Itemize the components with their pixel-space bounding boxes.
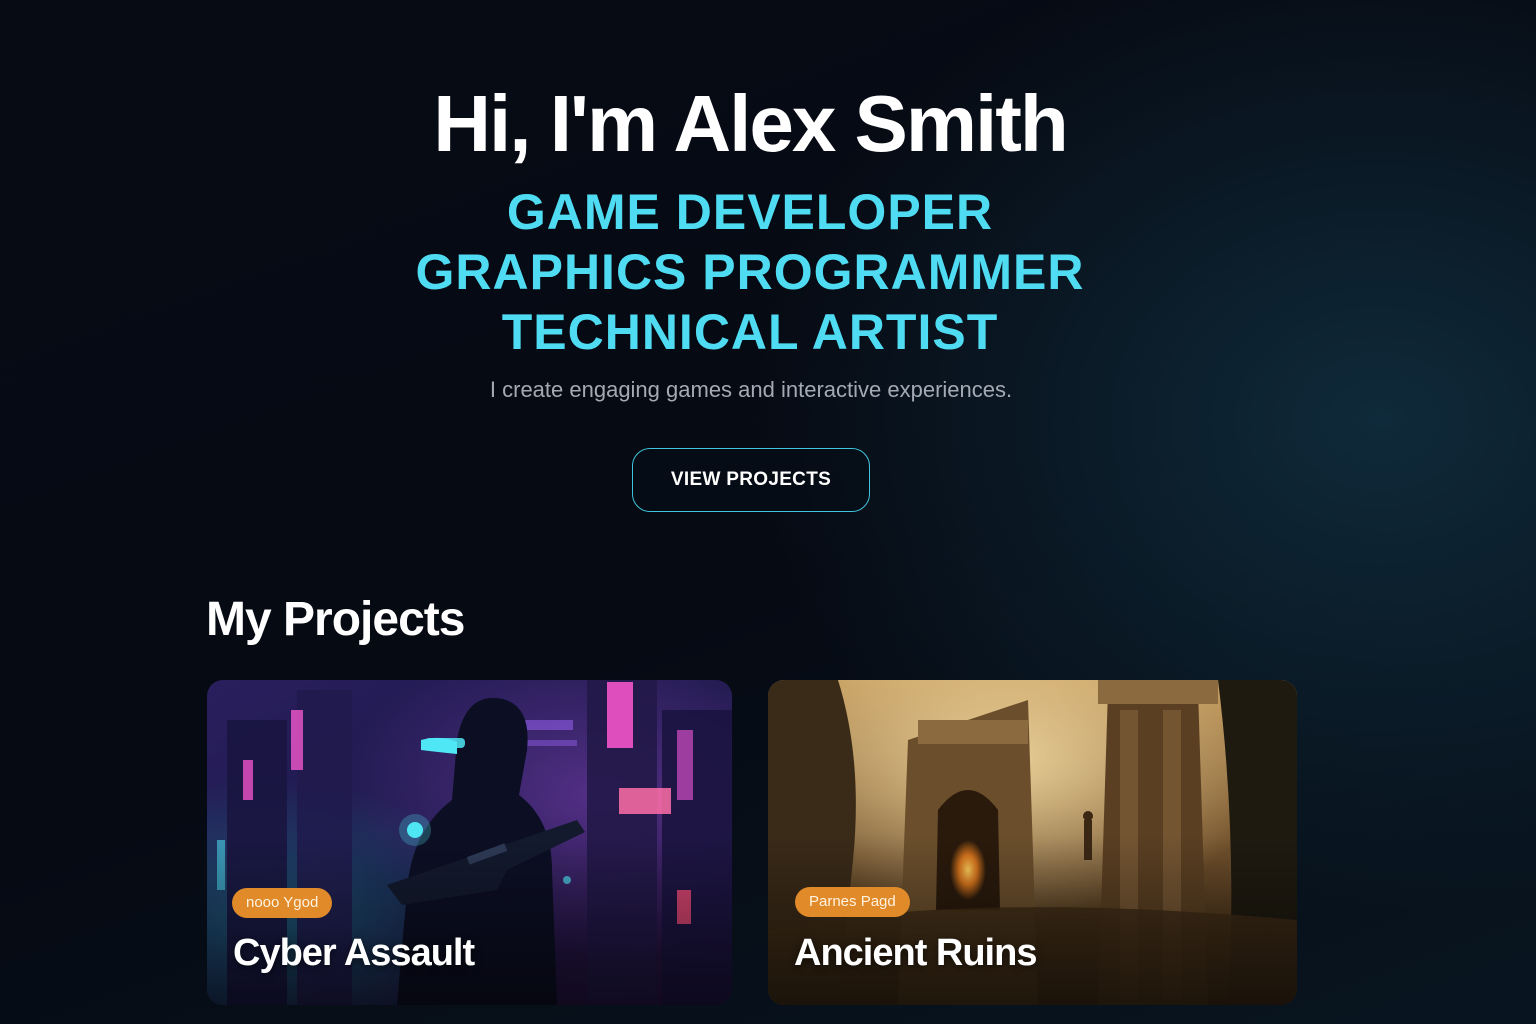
- project-badge: Parnes Pagd: [795, 887, 910, 917]
- projects-heading: My Projects: [206, 593, 465, 646]
- project-card-cyber-assault[interactable]: nooo Ygod Cyber Assault: [207, 680, 732, 1005]
- role-list: GAME DEVELOPER GRAPHICS PROGRAMMER TECHN…: [0, 182, 1500, 362]
- hero-tagline: I create engaging games and interactive …: [489, 377, 1013, 402]
- view-projects-button[interactable]: VIEW PROJECTS: [632, 448, 870, 512]
- role-game-developer: GAME DEVELOPER: [506, 184, 994, 240]
- project-card-ancient-ruins[interactable]: Parnes Pagd Ancient Ruins: [768, 680, 1297, 1005]
- hero-title: Hi, I'm Alex Smith: [433, 79, 1069, 168]
- role-graphics-programmer: GRAPHICS PROGRAMMER: [415, 244, 1085, 300]
- project-title: Ancient Ruins: [794, 932, 1037, 974]
- project-title: Cyber Assault: [233, 932, 475, 974]
- role-technical-artist: TECHNICAL ARTIST: [501, 304, 999, 360]
- project-badge: nooo Ygod: [232, 888, 333, 918]
